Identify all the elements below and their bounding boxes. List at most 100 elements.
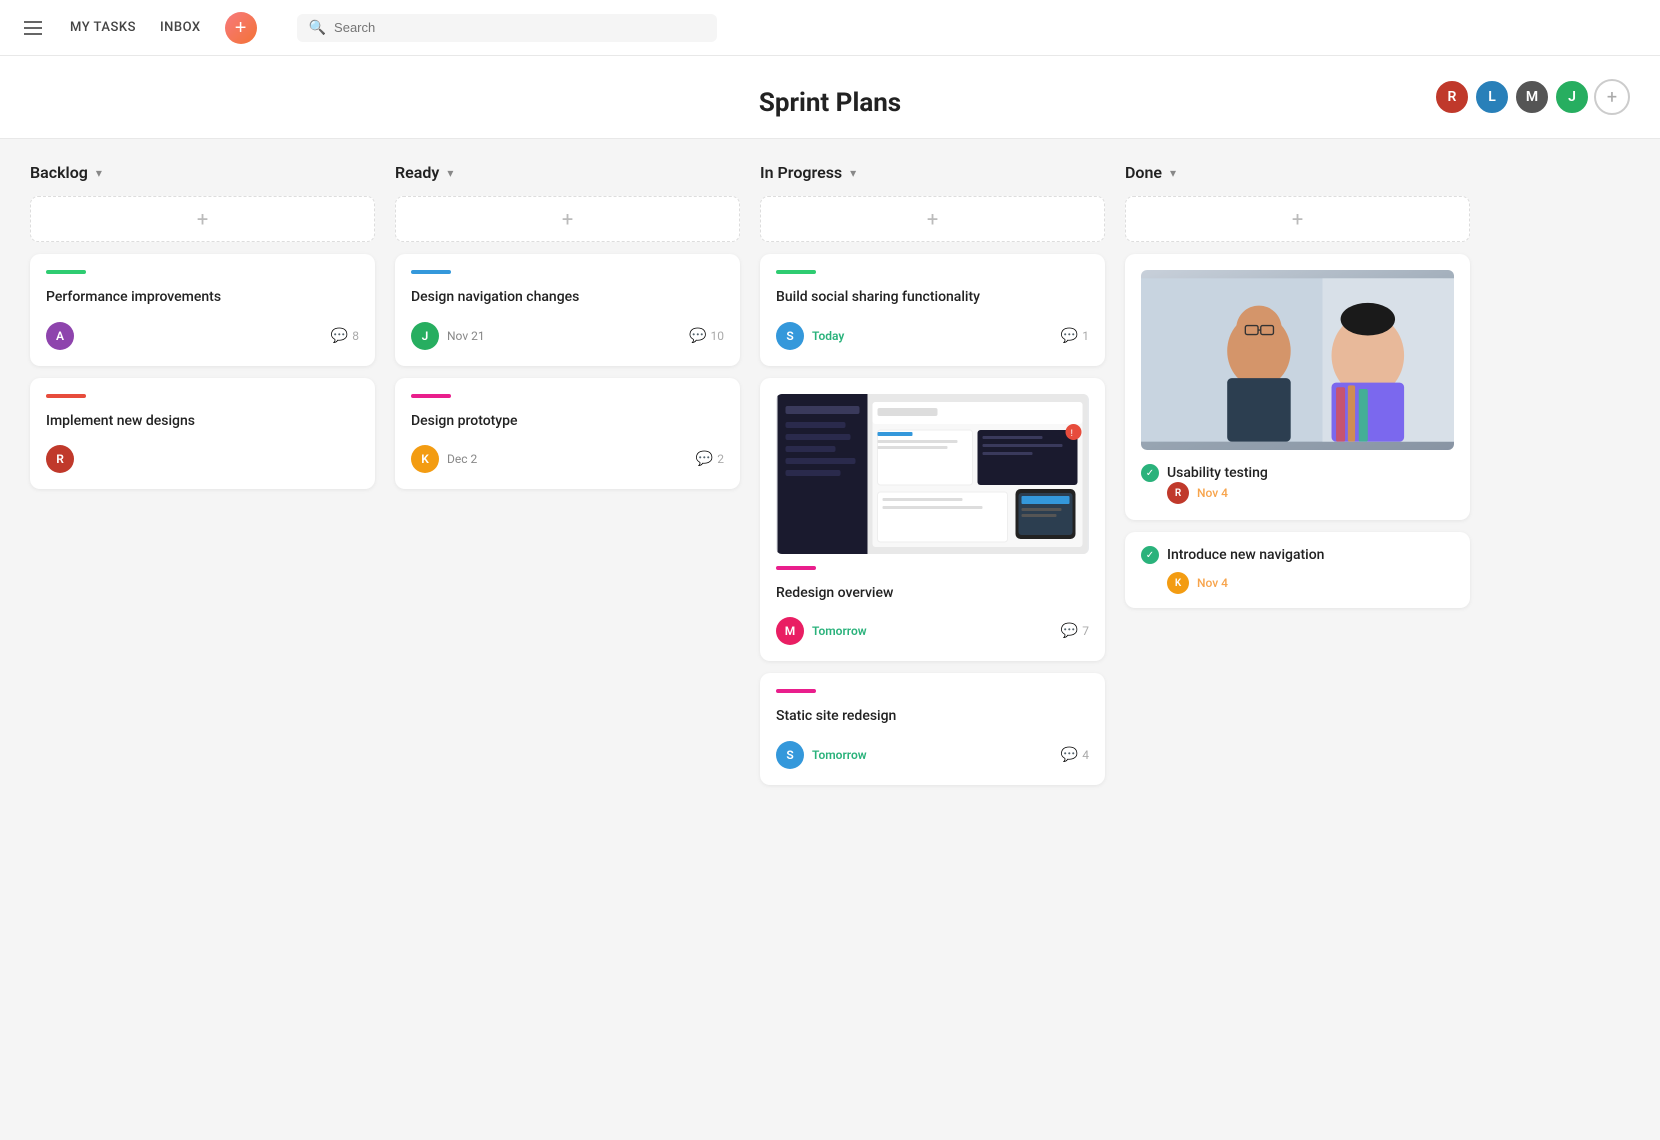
inprogress-column: In Progress ▾ + Build social sharing fun…: [760, 163, 1105, 797]
inprogress-column-header: In Progress ▾: [760, 163, 1105, 182]
kanban-board: Backlog ▾ + Performance improvements A 💬…: [0, 139, 1660, 821]
card-introduce-new-navigation[interactable]: ✓ Introduce new navigation K Nov 4: [1125, 532, 1470, 608]
comment-count: 1: [1082, 329, 1089, 343]
comment-icon: 💬: [696, 451, 713, 467]
card-title: Implement new designs: [46, 412, 359, 432]
card-accent: [46, 394, 86, 398]
ready-column-header: Ready ▾: [395, 163, 740, 182]
card-implement-new-designs[interactable]: Implement new designs R: [30, 378, 375, 490]
search-input[interactable]: [334, 20, 705, 35]
add-member-button[interactable]: +: [1594, 79, 1630, 115]
backlog-column: Backlog ▾ + Performance improvements A 💬…: [30, 163, 375, 501]
backlog-chevron-icon[interactable]: ▾: [96, 166, 102, 180]
card-accent: [776, 566, 816, 570]
search-bar: 🔍: [297, 14, 717, 42]
card-date: Tomorrow: [812, 624, 867, 638]
card-footer: A 💬 8: [46, 322, 359, 350]
done-task-date: Nov 4: [1197, 486, 1228, 500]
card-comments: 💬 7: [1061, 623, 1089, 639]
hamburger-menu[interactable]: [20, 17, 46, 39]
card-date: Today: [812, 329, 844, 343]
avatar-4[interactable]: J: [1554, 79, 1590, 115]
comment-icon: 💬: [1061, 747, 1078, 763]
comment-count: 10: [711, 329, 725, 343]
backlog-add-card-button[interactable]: +: [30, 196, 375, 242]
page-title: Sprint Plans: [759, 88, 901, 118]
done-task-footer: R Nov 4: [1167, 482, 1454, 504]
card-usability-testing[interactable]: ✓ Usability testing R Nov 4: [1125, 254, 1470, 520]
ready-title: Ready: [395, 163, 439, 182]
comment-icon: 💬: [1061, 328, 1078, 344]
avatar-3[interactable]: M: [1514, 79, 1550, 115]
done-task-title: Usability testing: [1167, 465, 1268, 481]
card-meta: R: [46, 445, 74, 473]
card-meta: S Today: [776, 322, 844, 350]
card-avatar: R: [1167, 482, 1189, 504]
card-meta: K Dec 2: [411, 445, 477, 473]
card-date: Dec 2: [447, 452, 477, 466]
done-title: Done: [1125, 163, 1162, 182]
comment-icon: 💬: [331, 328, 348, 344]
comment-count: 7: [1082, 624, 1089, 638]
done-add-card-button[interactable]: +: [1125, 196, 1470, 242]
inprogress-chevron-icon[interactable]: ▾: [850, 166, 856, 180]
check-icon: ✓: [1141, 546, 1159, 564]
card-avatar: J: [411, 322, 439, 350]
card-design-navigation-changes[interactable]: Design navigation changes J Nov 21 💬 10: [395, 254, 740, 366]
done-column-header: Done ▾: [1125, 163, 1470, 182]
done-task-header: ✓ Usability testing: [1141, 464, 1454, 482]
backlog-title: Backlog: [30, 163, 88, 182]
card-performance-improvements[interactable]: Performance improvements A 💬 8: [30, 254, 375, 366]
inprogress-add-card-button[interactable]: +: [760, 196, 1105, 242]
comment-count: 4: [1082, 748, 1089, 762]
card-avatar: A: [46, 322, 74, 350]
ready-add-card-button[interactable]: +: [395, 196, 740, 242]
add-button[interactable]: +: [225, 12, 257, 44]
card-title: Design navigation changes: [411, 288, 724, 308]
inprogress-title: In Progress: [760, 163, 842, 182]
avatar-1[interactable]: R: [1434, 79, 1470, 115]
inbox-link[interactable]: INBOX: [160, 20, 201, 35]
card-meta: S Tomorrow: [776, 741, 867, 769]
card-accent: [776, 270, 816, 274]
card-static-site-redesign[interactable]: Static site redesign S Tomorrow 💬 4: [760, 673, 1105, 785]
check-icon: ✓: [1141, 464, 1159, 482]
card-meta: A: [46, 322, 74, 350]
done-task-title: Introduce new navigation: [1167, 547, 1324, 563]
ready-chevron-icon[interactable]: ▾: [447, 166, 453, 180]
card-redesign-overview[interactable]: ! Redesign overview M Tomorrow 💬 7: [760, 378, 1105, 662]
card-design-prototype[interactable]: Design prototype K Dec 2 💬 2: [395, 378, 740, 490]
card-avatar: S: [776, 322, 804, 350]
done-task-header: ✓ Introduce new navigation: [1141, 546, 1454, 564]
my-tasks-link[interactable]: MY TASKS: [70, 20, 136, 35]
card-accent: [776, 689, 816, 693]
card-preview-image: !: [776, 394, 1089, 554]
done-chevron-icon[interactable]: ▾: [1170, 166, 1176, 180]
done-task-footer: K Nov 4: [1167, 572, 1454, 594]
done-column: Done ▾ +: [1125, 163, 1470, 620]
card-date: Tomorrow: [812, 748, 867, 762]
comment-icon: 💬: [689, 328, 706, 344]
card-comments: 💬 10: [689, 328, 724, 344]
card-avatar: R: [46, 445, 74, 473]
ready-column: Ready ▾ + Design navigation changes J No…: [395, 163, 740, 501]
card-avatar: M: [776, 617, 804, 645]
card-footer: J Nov 21 💬 10: [411, 322, 724, 350]
comment-count: 8: [352, 329, 359, 343]
search-icon: 🔍: [309, 20, 326, 36]
card-footer: R: [46, 445, 359, 473]
card-avatar: K: [411, 445, 439, 473]
top-navigation: MY TASKS INBOX + 🔍: [0, 0, 1660, 56]
card-title: Build social sharing functionality: [776, 288, 1089, 308]
card-title: Performance improvements: [46, 288, 359, 308]
card-accent: [411, 394, 451, 398]
card-comments: 💬 1: [1061, 328, 1089, 344]
avatar-2[interactable]: L: [1474, 79, 1510, 115]
card-avatar: K: [1167, 572, 1189, 594]
avatar-group: R L M J +: [1434, 79, 1630, 115]
card-build-social-sharing[interactable]: Build social sharing functionality S Tod…: [760, 254, 1105, 366]
comment-count: 2: [717, 452, 724, 466]
card-comments: 💬 2: [696, 451, 724, 467]
card-meta: M Tomorrow: [776, 617, 867, 645]
card-image: [1141, 270, 1454, 450]
